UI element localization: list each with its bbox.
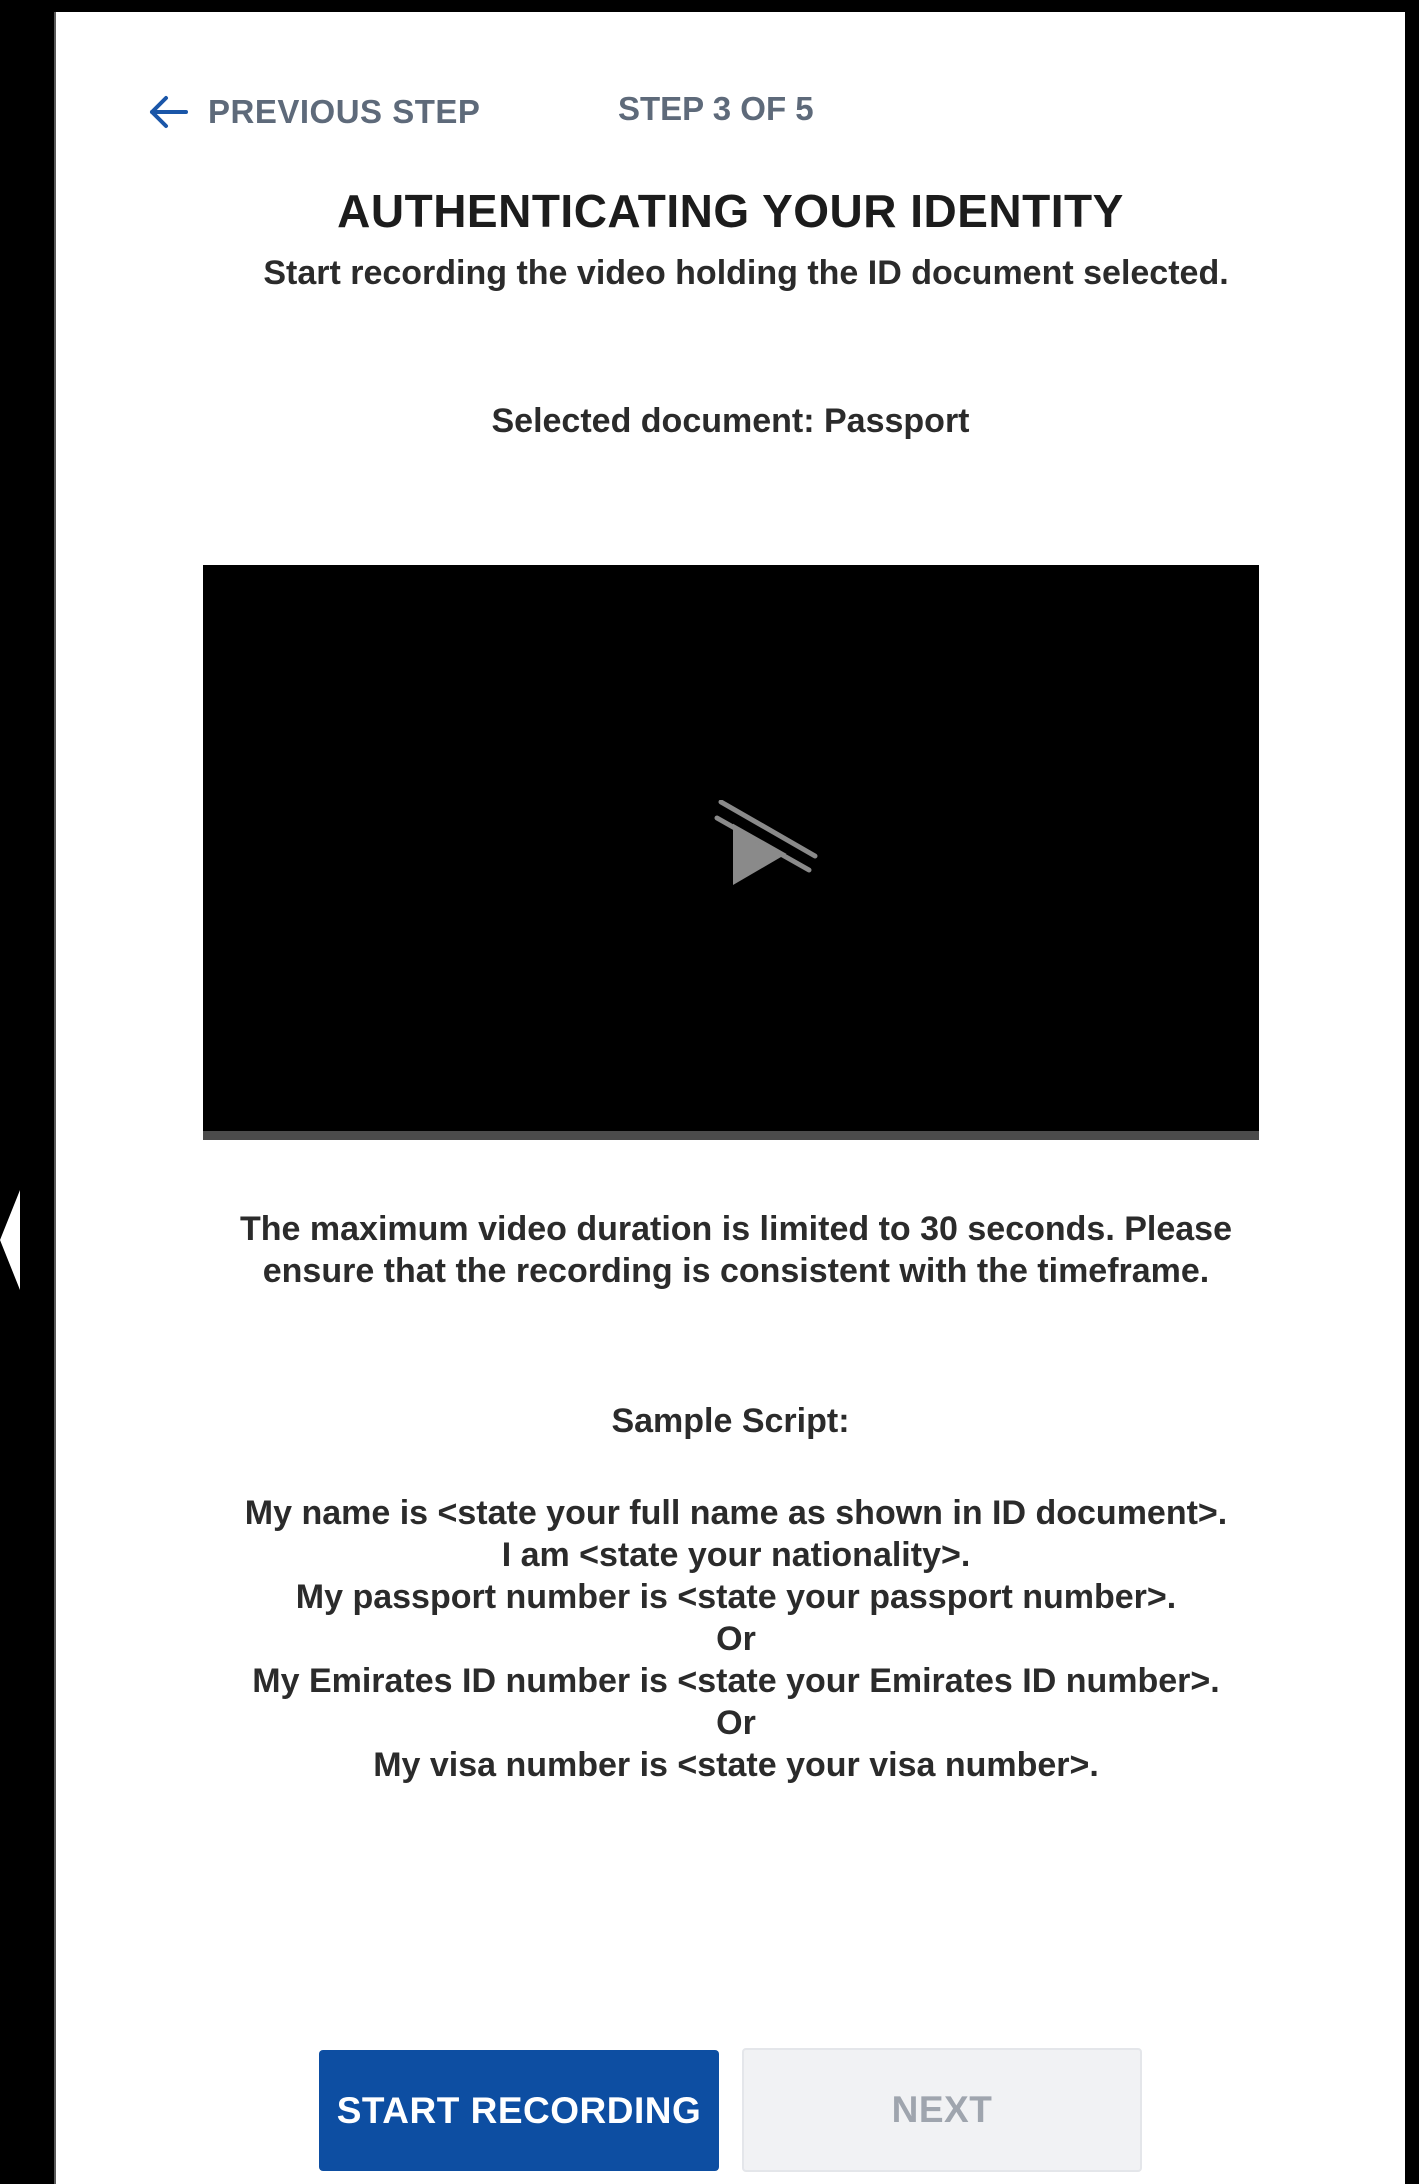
play-disabled-icon <box>714 800 818 885</box>
sample-script-heading: Sample Script: <box>611 1402 850 1440</box>
carousel-prev-indicator[interactable] <box>0 1190 20 1290</box>
arrow-left-icon <box>150 96 188 128</box>
script-line: I am <state your nationality>. <box>501 1536 971 1574</box>
step-indicator: STEP 3 OF 5 <box>618 90 814 127</box>
next-button[interactable]: NEXT <box>742 2048 1142 2172</box>
script-line: My name is <state your full name as show… <box>244 1494 1228 1532</box>
script-separator: Or <box>716 1704 756 1742</box>
step-navigation-bar: PREVIOUS STEP STEP 3 OF 5 <box>56 72 1405 142</box>
previous-step-label: PREVIOUS STEP <box>208 93 481 130</box>
start-recording-button[interactable]: START RECORDING <box>319 2050 719 2171</box>
script-line: My visa number is <state your visa numbe… <box>373 1746 1099 1784</box>
script-line: My Emirates ID number is <state your Emi… <box>252 1662 1220 1700</box>
video-preview[interactable] <box>203 565 1259 1140</box>
script-line: My passport number is <state your passpo… <box>295 1578 1177 1616</box>
page-title: AUTHENTICATING YOUR IDENTITY <box>337 185 1124 237</box>
previous-step-link[interactable]: PREVIOUS STEP <box>146 92 480 132</box>
duration-note: The maximum video duration is limited to… <box>240 1210 1232 1290</box>
sample-script-body: My name is <state your full name as show… <box>176 1492 1296 1786</box>
page-subtitle: Start recording the video holding the ID… <box>263 254 1229 292</box>
identity-step-panel: PREVIOUS STEP STEP 3 OF 5 AUTHENTICATING… <box>56 12 1405 2184</box>
selected-document-text: Selected document: Passport <box>491 402 970 440</box>
script-separator: Or <box>716 1620 756 1658</box>
